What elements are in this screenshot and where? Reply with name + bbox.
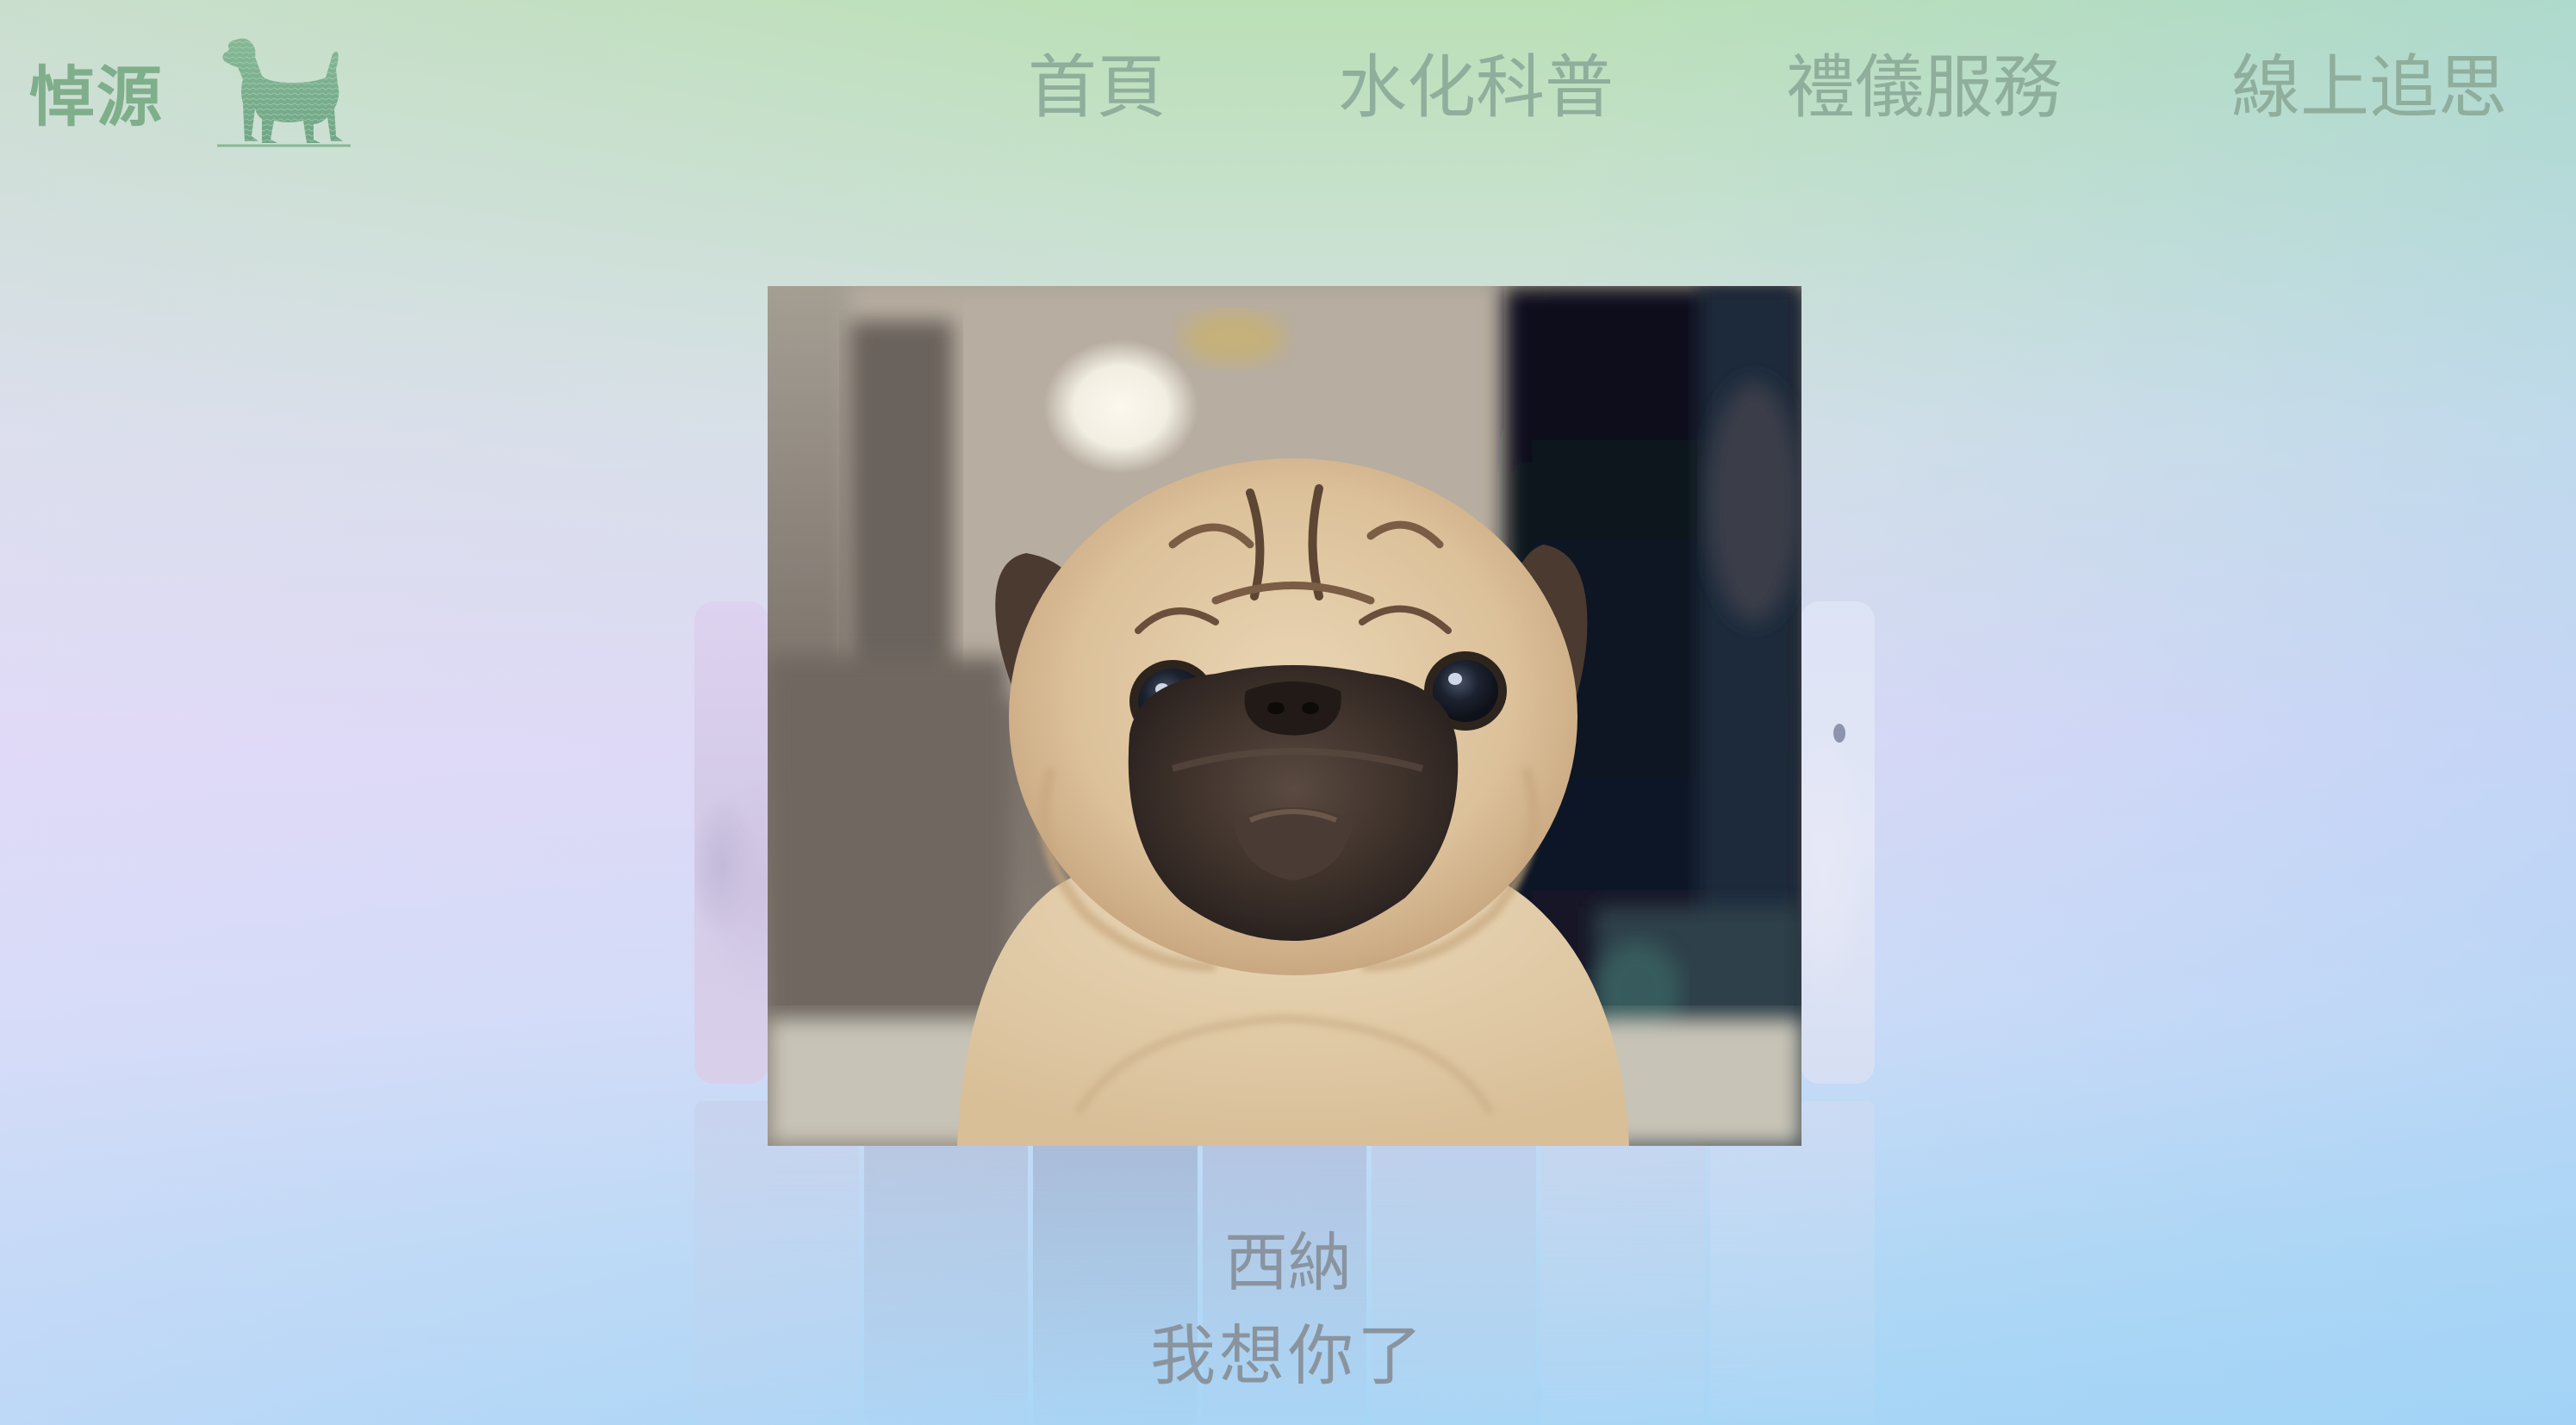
next-pet-photo [1801, 601, 1875, 1084]
reflection-strip [694, 1101, 859, 1425]
reflection-strip [1710, 1101, 1876, 1425]
main-nav: 首頁 水化科普 禮儀服務 線上追思 [0, 45, 2576, 140]
reflection-strip [863, 1101, 1029, 1425]
carousel-card-next[interactable] [1801, 601, 1875, 1084]
nav-online-memorial[interactable]: 線上追思 [2231, 45, 2507, 131]
nav-ceremony-services[interactable]: 禮儀服務 [1786, 45, 2062, 131]
pug-photo-illustration [768, 286, 1801, 1146]
previous-pet-photo [694, 601, 768, 1084]
nav-water-cremation-science[interactable]: 水化科普 [1338, 45, 1614, 131]
pet-name: 西納 [1224, 1226, 1352, 1300]
next-pet-eye [1833, 724, 1845, 743]
pet-photo-pug[interactable] [768, 286, 1801, 1146]
memorial-message: 我想你了 [1150, 1317, 1426, 1394]
nav-home[interactable]: 首頁 [1028, 45, 1166, 131]
site-header: 悼源 首頁 水化科普 禮儀服務 線上追思 [0, 0, 2576, 181]
reflection-strip [1540, 1101, 1706, 1425]
memorial-carousel: 西納 我想你了 [0, 0, 2576, 1425]
carousel-card-previous[interactable] [694, 601, 768, 1084]
